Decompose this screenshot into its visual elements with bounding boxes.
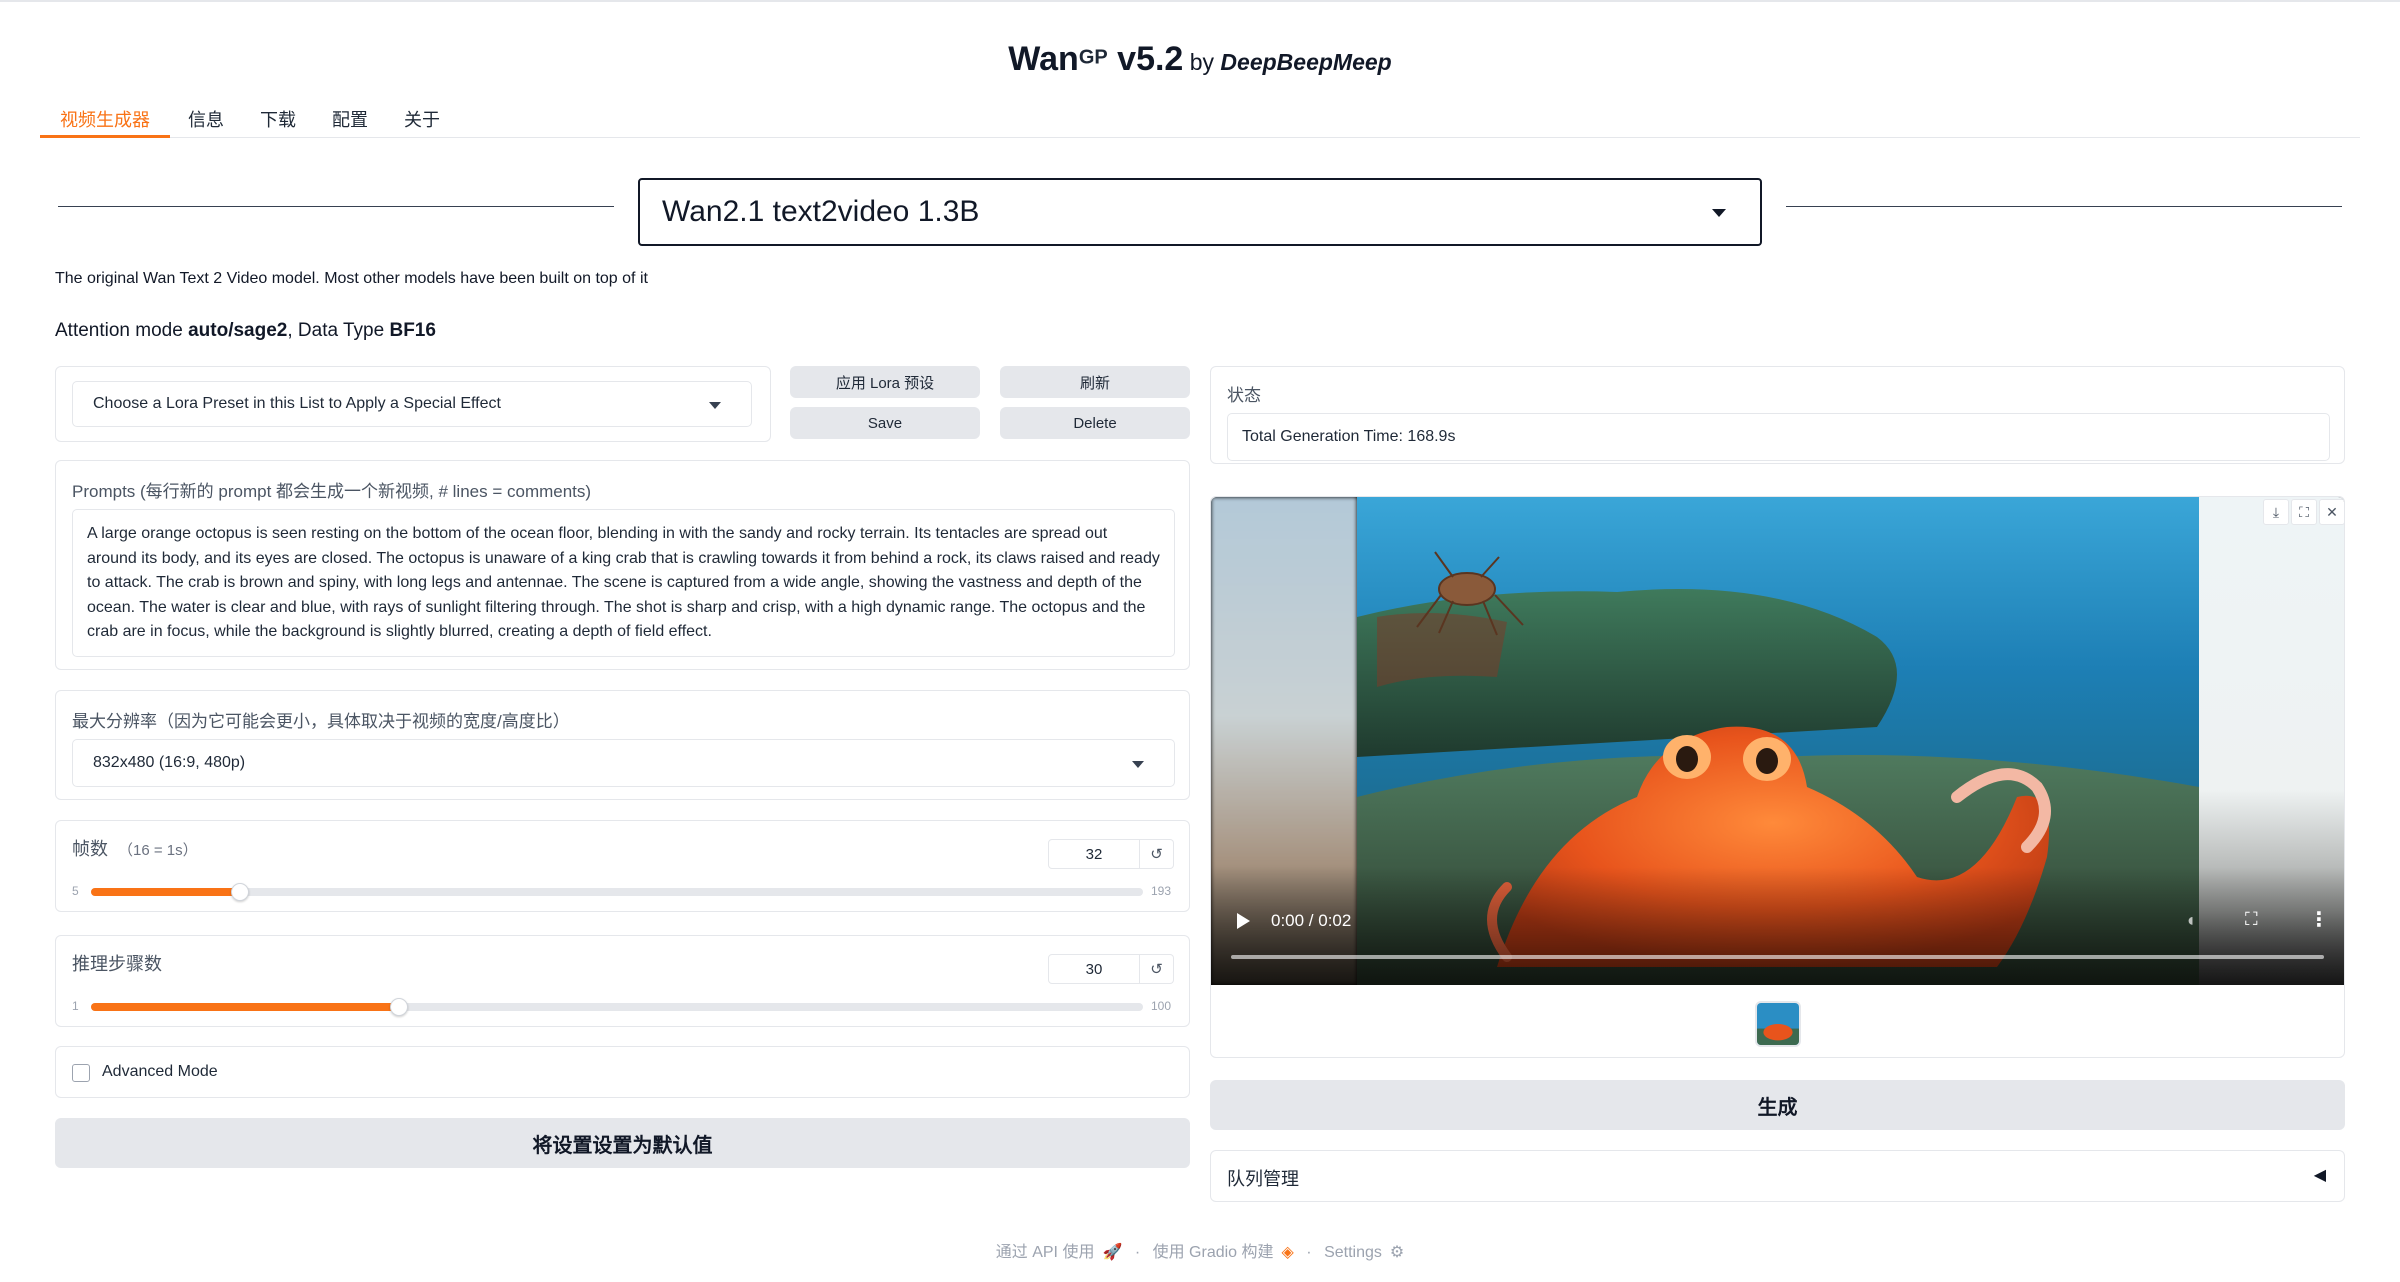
- tab-info[interactable]: 信息: [170, 100, 242, 138]
- more-options-icon[interactable]: ⋮: [2309, 907, 2329, 932]
- title-sup: GP: [1078, 46, 1108, 69]
- frames-min: 5: [72, 884, 79, 898]
- refresh-button[interactable]: 刷新: [1000, 366, 1190, 398]
- chevron-down-icon: [1132, 761, 1144, 768]
- advanced-mode-checkbox[interactable]: [72, 1064, 90, 1082]
- gradio-link[interactable]: 使用 Gradio 构建: [1153, 1244, 1274, 1261]
- expand-icon[interactable]: ⛶: [2291, 499, 2317, 525]
- footer-sep: ·: [1306, 1244, 1312, 1261]
- resolution-label: 最大分辨率（因为它可能会更小，具体取决于视频的宽度/高度比）: [72, 712, 570, 731]
- lora-preset-placeholder: Choose a Lora Preset in this List to App…: [93, 395, 501, 412]
- resolution-dropdown[interactable]: 832x480 (16:9, 480p): [72, 739, 1175, 787]
- divider-right: [1786, 206, 2342, 207]
- attn-mid: , Data Type: [287, 320, 390, 341]
- close-icon[interactable]: ✕: [2319, 499, 2344, 525]
- footer: 通过 API 使用 🚀 · 使用 Gradio 构建 ◈ · Settings ⚙: [0, 1238, 2400, 1262]
- tab-config[interactable]: 配置: [314, 100, 386, 138]
- frames-slider-handle[interactable]: [231, 883, 250, 901]
- steps-min: 1: [72, 999, 79, 1013]
- frames-panel: 帧数 （16 = 1s） 32 ↺ 5 193: [55, 820, 1190, 912]
- collapse-arrow-icon[interactable]: ◀: [2314, 1165, 2326, 1185]
- video-thumbnail[interactable]: [1755, 1001, 1801, 1047]
- top-border: [0, 0, 2400, 2]
- download-icon[interactable]: ⤓: [2263, 499, 2289, 525]
- status-panel: 状态 Total Generation Time: 168.9s: [1210, 366, 2345, 464]
- fullscreen-icon[interactable]: ⛶: [2245, 909, 2258, 930]
- settings-link[interactable]: Settings: [1324, 1244, 1382, 1261]
- attn-mode: auto/sage2: [188, 320, 288, 341]
- model-dropdown[interactable]: Wan2.1 text2video 1.3B: [638, 178, 1762, 246]
- status-label: 状态: [1227, 386, 1261, 405]
- generate-button[interactable]: 生成: [1210, 1080, 2345, 1130]
- lora-panel: Choose a Lora Preset in this List to App…: [55, 366, 771, 442]
- title-version: v5.2: [1107, 40, 1184, 78]
- video-player[interactable]: 0:00 / 0:02 ◖ ⛶ ⋮ ⤓ ⛶ ✕: [1211, 497, 2344, 985]
- prompt-label: Prompts (每行新的 prompt 都会生成一个新视频, # lines …: [72, 482, 592, 501]
- steps-slider[interactable]: [91, 998, 1143, 1016]
- attn-dtype: BF16: [389, 320, 436, 341]
- gradio-logo-icon: ◈: [1281, 1244, 1294, 1261]
- attention-info: Attention mode auto/sage2, Data Type BF1…: [55, 320, 436, 342]
- status-textbox: Total Generation Time: 168.9s: [1227, 413, 2330, 461]
- delete-button[interactable]: Delete: [1000, 407, 1190, 439]
- title-author: DeepBeepMeep: [1220, 49, 1392, 75]
- prompt-textarea[interactable]: A large orange octopus is seen resting o…: [72, 509, 1175, 657]
- app-title: WanGP v5.2 by DeepBeepMeep: [0, 40, 2400, 79]
- attn-prefix: Attention mode: [55, 320, 189, 341]
- video-time: 0:00 / 0:02: [1271, 911, 1352, 930]
- main-tabs: 视频生成器 信息 下载 配置 关于: [40, 100, 2360, 138]
- advanced-mode-panel: Advanced Mode: [55, 1046, 1190, 1098]
- save-button[interactable]: Save: [790, 407, 980, 439]
- resolution-panel: 最大分辨率（因为它可能会更小，具体取决于视频的宽度/高度比） 832x480 (…: [55, 690, 1190, 800]
- gear-icon: ⚙: [1389, 1244, 1405, 1261]
- footer-sep: ·: [1134, 1244, 1141, 1261]
- rocket-icon: 🚀: [1102, 1244, 1123, 1261]
- steps-slider-handle[interactable]: [390, 998, 409, 1016]
- video-controls-shade: [1211, 867, 2344, 985]
- frames-slider-fill: [91, 888, 241, 896]
- frames-slider[interactable]: [91, 883, 1143, 901]
- chevron-down-icon: [1712, 209, 1726, 217]
- tab-about[interactable]: 关于: [386, 100, 458, 138]
- frames-number-input[interactable]: 32: [1048, 839, 1140, 869]
- set-default-button[interactable]: 将设置设置为默认值: [55, 1118, 1190, 1168]
- reset-icon[interactable]: ↺: [1140, 839, 1174, 869]
- queue-panel[interactable]: 队列管理 ◀: [1210, 1150, 2345, 1202]
- thumbnail-image: [1757, 1003, 1799, 1045]
- frames-hint: （16 = 1s）: [118, 842, 198, 859]
- steps-slider-fill: [91, 1003, 400, 1011]
- video-panel: 0:00 / 0:02 ◖ ⛶ ⋮ ⤓ ⛶ ✕: [1210, 496, 2345, 1058]
- frames-label-text: 帧数: [72, 839, 108, 859]
- tab-download[interactable]: 下载: [242, 100, 314, 138]
- play-icon[interactable]: [1237, 913, 1250, 929]
- frames-max: 193: [1151, 884, 1172, 898]
- model-selected: Wan2.1 text2video 1.3B: [662, 195, 980, 228]
- api-link[interactable]: 通过 API 使用: [996, 1244, 1095, 1261]
- steps-number-input[interactable]: 30: [1048, 954, 1140, 984]
- lora-preset-dropdown[interactable]: Choose a Lora Preset in this List to App…: [72, 381, 752, 427]
- reset-icon[interactable]: ↺: [1140, 954, 1174, 984]
- prompt-panel: Prompts (每行新的 prompt 都会生成一个新视频, # lines …: [55, 460, 1190, 670]
- title-main: Wan: [1008, 40, 1079, 78]
- volume-icon[interactable]: ◖: [2185, 910, 2196, 931]
- title-by: by: [1183, 49, 1221, 75]
- video-toolbar: ⤓ ⛶ ✕: [2263, 499, 2344, 525]
- tab-video-generator[interactable]: 视频生成器: [40, 100, 170, 138]
- model-description: The original Wan Text 2 Video model. Mos…: [55, 270, 648, 287]
- queue-label: 队列管理: [1227, 1169, 1299, 1189]
- video-progress-bar[interactable]: [1231, 955, 2324, 959]
- apply-lora-button[interactable]: 应用 Lora 预设: [790, 366, 980, 398]
- steps-max: 100: [1151, 999, 1172, 1013]
- resolution-selected: 832x480 (16:9, 480p): [93, 754, 246, 771]
- steps-panel: 推理步骤数 30 ↺ 1 100: [55, 935, 1190, 1027]
- divider-left: [58, 206, 614, 207]
- steps-label: 推理步骤数: [72, 954, 162, 974]
- advanced-mode-label: Advanced Mode: [102, 1063, 218, 1080]
- frames-label: 帧数 （16 = 1s）: [72, 835, 198, 861]
- chevron-down-icon: [709, 402, 721, 409]
